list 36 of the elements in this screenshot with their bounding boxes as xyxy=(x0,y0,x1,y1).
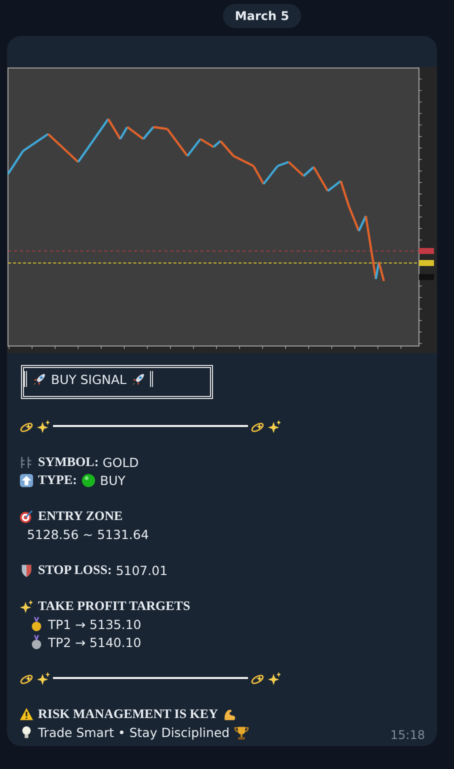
field-value: BUY xyxy=(100,472,126,488)
sparkles-icon xyxy=(267,670,282,686)
sparkles-icon xyxy=(19,598,34,614)
double-bar xyxy=(150,371,154,387)
entry-range: 5128.56 ~ 5131.64 xyxy=(27,526,149,542)
field-label: TYPE: xyxy=(38,472,77,488)
price-marker xyxy=(418,274,434,280)
price-marker xyxy=(418,260,434,266)
up-arrow-icon xyxy=(19,472,34,488)
field-value: GOLD xyxy=(102,454,139,470)
sparkles-icon xyxy=(36,670,51,686)
price-marker xyxy=(418,248,434,254)
message-time: 15:18 xyxy=(390,728,425,742)
target-value: TP2 → 5140.10 xyxy=(48,634,142,650)
section-heading: RISK MANAGEMENT IS KEY xyxy=(38,706,218,722)
sparkles-icon xyxy=(36,418,51,434)
field-label: STOP LOSS: xyxy=(38,562,112,578)
signal-title: BUY SIGNAL xyxy=(51,372,127,386)
warning-icon xyxy=(19,706,34,722)
target-value: TP1 → 5135.10 xyxy=(48,616,142,632)
rocket-icon xyxy=(32,372,47,386)
circle-icon xyxy=(81,472,96,488)
field-value: 5107.01 xyxy=(116,562,168,578)
rocket-icon xyxy=(130,372,146,386)
second-place-medal-icon xyxy=(29,634,44,650)
target-icon xyxy=(19,508,34,524)
double-bar xyxy=(24,371,28,387)
date-badge: March 5 xyxy=(222,4,302,28)
shield-icon xyxy=(19,562,34,578)
sparkles-icon xyxy=(267,418,282,434)
trophy-icon xyxy=(234,724,249,740)
first-place-medal-icon xyxy=(29,616,44,632)
section-heading: ENTRY ZONE xyxy=(38,508,123,524)
section-heading: TAKE PROFIT TARGETS xyxy=(38,598,190,614)
field-label: SYMBOL: xyxy=(38,454,99,470)
motto-text: Trade Smart • Stay Disciplined xyxy=(38,724,230,740)
